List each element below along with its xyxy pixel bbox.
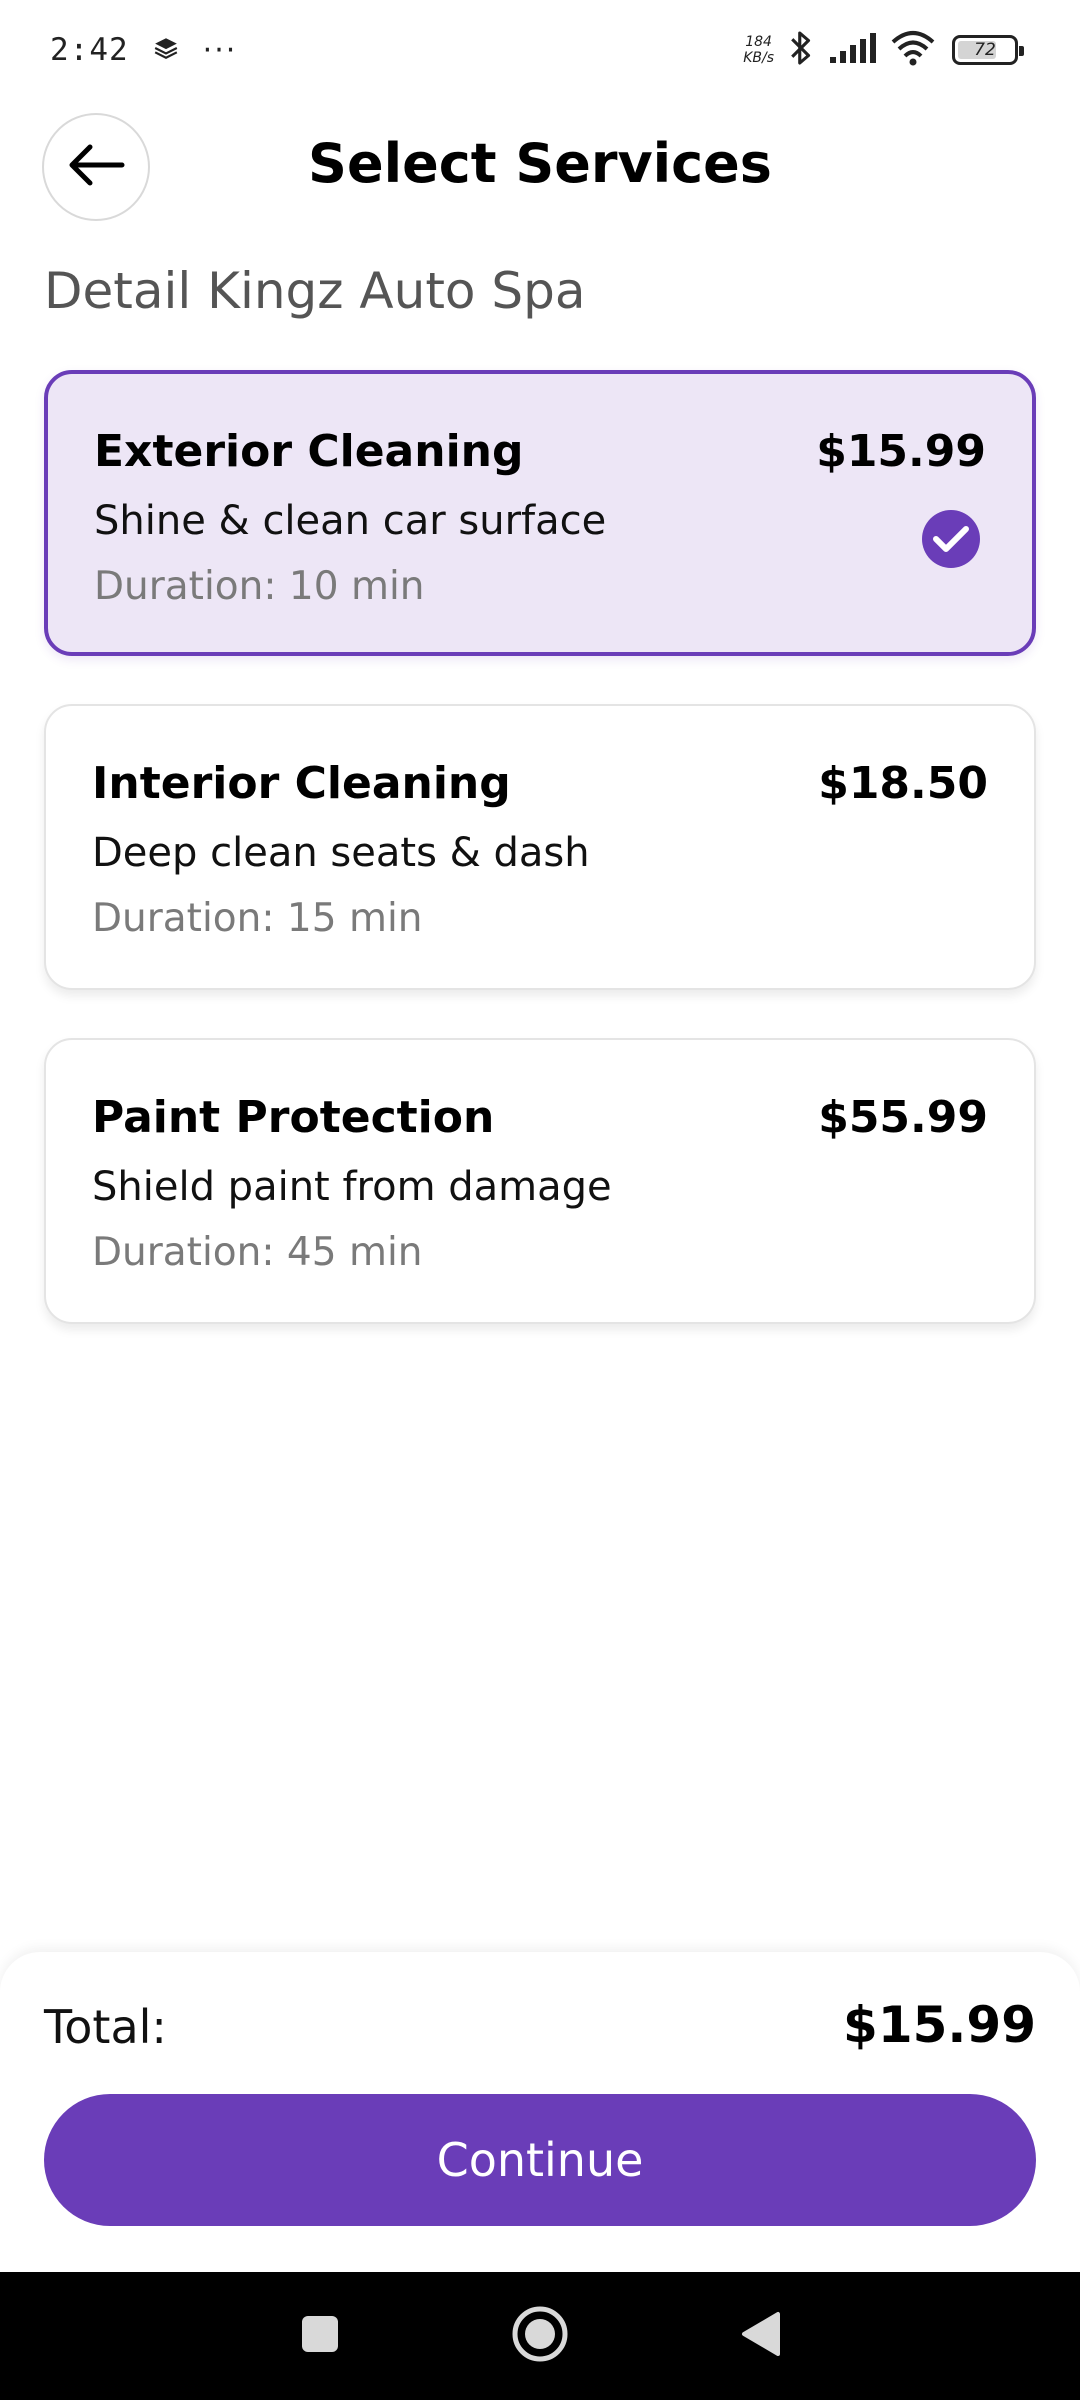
service-price: $55.99 <box>818 1092 988 1143</box>
square-icon <box>300 2314 340 2358</box>
recents-button[interactable] <box>285 2301 355 2371</box>
wifi-icon <box>890 30 936 70</box>
triangle-back-icon <box>738 2310 782 2362</box>
service-description: Deep clean seats & dash <box>92 830 590 876</box>
total-label: Total: <box>44 2000 167 2054</box>
battery-level: 72 <box>974 40 996 60</box>
shop-name: Detail Kingz Auto Spa <box>44 262 586 320</box>
network-speed-unit: KB/s <box>743 50 774 66</box>
service-price: $18.50 <box>818 758 988 809</box>
service-title: Interior Cleaning <box>92 758 511 809</box>
system-nav-bar <box>0 2272 1080 2400</box>
service-card-exterior-cleaning[interactable]: Exterior Cleaning $15.99 Shine & clean c… <box>44 370 1036 656</box>
home-button[interactable] <box>505 2301 575 2371</box>
network-speed-value: 184 <box>745 34 772 50</box>
service-card-paint-protection[interactable]: Paint Protection $55.99 Shield paint fro… <box>44 1038 1036 1324</box>
system-back-button[interactable] <box>725 2301 795 2371</box>
service-card-interior-cleaning[interactable]: Interior Cleaning $18.50 Deep clean seat… <box>44 704 1036 990</box>
total-value: $15.99 <box>843 1996 1036 2054</box>
signal-icon <box>828 31 878 69</box>
checkout-footer: Total: $15.99 Continue <box>0 1952 1080 2272</box>
more-notifications-icon: ··· <box>202 32 238 68</box>
page-title: Select Services <box>308 132 772 195</box>
header: Select Services <box>0 110 1080 222</box>
service-duration: Duration: 10 min <box>94 564 425 609</box>
service-price: $15.99 <box>816 426 986 477</box>
services-list: Exterior Cleaning $15.99 Shine & clean c… <box>44 370 1036 1372</box>
service-duration: Duration: 15 min <box>92 896 423 941</box>
status-left: 2:42 ··· <box>50 32 237 68</box>
status-time: 2:42 <box>50 32 129 68</box>
status-bar: 2:42 ··· 184 KB/s 72 <box>0 0 1080 100</box>
bluetooth-icon <box>786 29 816 71</box>
service-description: Shine & clean car surface <box>94 498 607 544</box>
layers-icon <box>153 35 179 65</box>
status-right: 184 KB/s 72 <box>743 29 1024 71</box>
circle-home-icon <box>511 2305 569 2367</box>
battery-icon: 72 <box>952 35 1024 65</box>
service-description: Shield paint from damage <box>92 1164 612 1210</box>
service-duration: Duration: 45 min <box>92 1230 423 1275</box>
service-title: Exterior Cleaning <box>94 426 524 477</box>
continue-button[interactable]: Continue <box>44 2094 1036 2226</box>
network-speed: 184 KB/s <box>743 34 774 66</box>
check-icon <box>922 510 980 568</box>
service-title: Paint Protection <box>92 1092 495 1143</box>
